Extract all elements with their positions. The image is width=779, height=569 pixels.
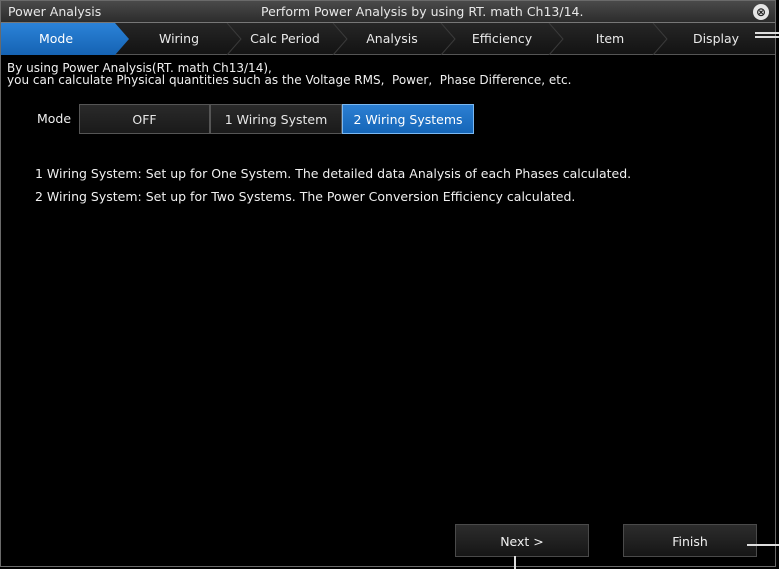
mode-option-1-wiring-system[interactable]: 1 Wiring System <box>210 104 342 134</box>
tab-efficiency[interactable]: Efficiency <box>447 23 557 55</box>
tab-display[interactable]: Display <box>677 23 755 55</box>
finish-pointer-line <box>747 544 779 546</box>
mode-label: Mode <box>37 111 72 126</box>
tab-item[interactable]: Item <box>561 23 659 55</box>
window-subtitle: Perform Power Analysis by using RT. math… <box>261 4 584 19</box>
power-analysis-window: Power Analysis Perform Power Analysis by… <box>0 0 776 567</box>
next-pointer-line <box>514 556 516 569</box>
next-button[interactable]: Next > <box>455 524 589 557</box>
title-bar: Power Analysis Perform Power Analysis by… <box>1 1 775 23</box>
close-icon[interactable]: ⊗ <box>753 4 769 20</box>
tab-calc-period[interactable]: Calc Period <box>235 23 335 55</box>
info-line-1: 1 Wiring System: Set up for One System. … <box>35 166 632 181</box>
info-line-2: 2 Wiring System: Set up for Two Systems.… <box>35 189 576 204</box>
window-title: Power Analysis <box>8 4 102 19</box>
display-pointer-lines <box>755 32 779 38</box>
finish-button[interactable]: Finish <box>623 524 757 557</box>
description-line-2: you can calculate Physical quantities su… <box>7 73 572 87</box>
tab-analysis[interactable]: Analysis <box>341 23 443 55</box>
wizard-tab-bar: Mode Wiring Calc Period Analysis Efficie… <box>1 23 775 55</box>
description-text: By using Power Analysis(RT. math Ch13/14… <box>7 62 571 86</box>
mode-option-2-wiring-systems[interactable]: 2 Wiring Systems <box>342 104 474 134</box>
tab-mode[interactable]: Mode <box>1 23 111 55</box>
mode-option-off[interactable]: OFF <box>79 104 210 134</box>
tab-wiring[interactable]: Wiring <box>131 23 227 55</box>
